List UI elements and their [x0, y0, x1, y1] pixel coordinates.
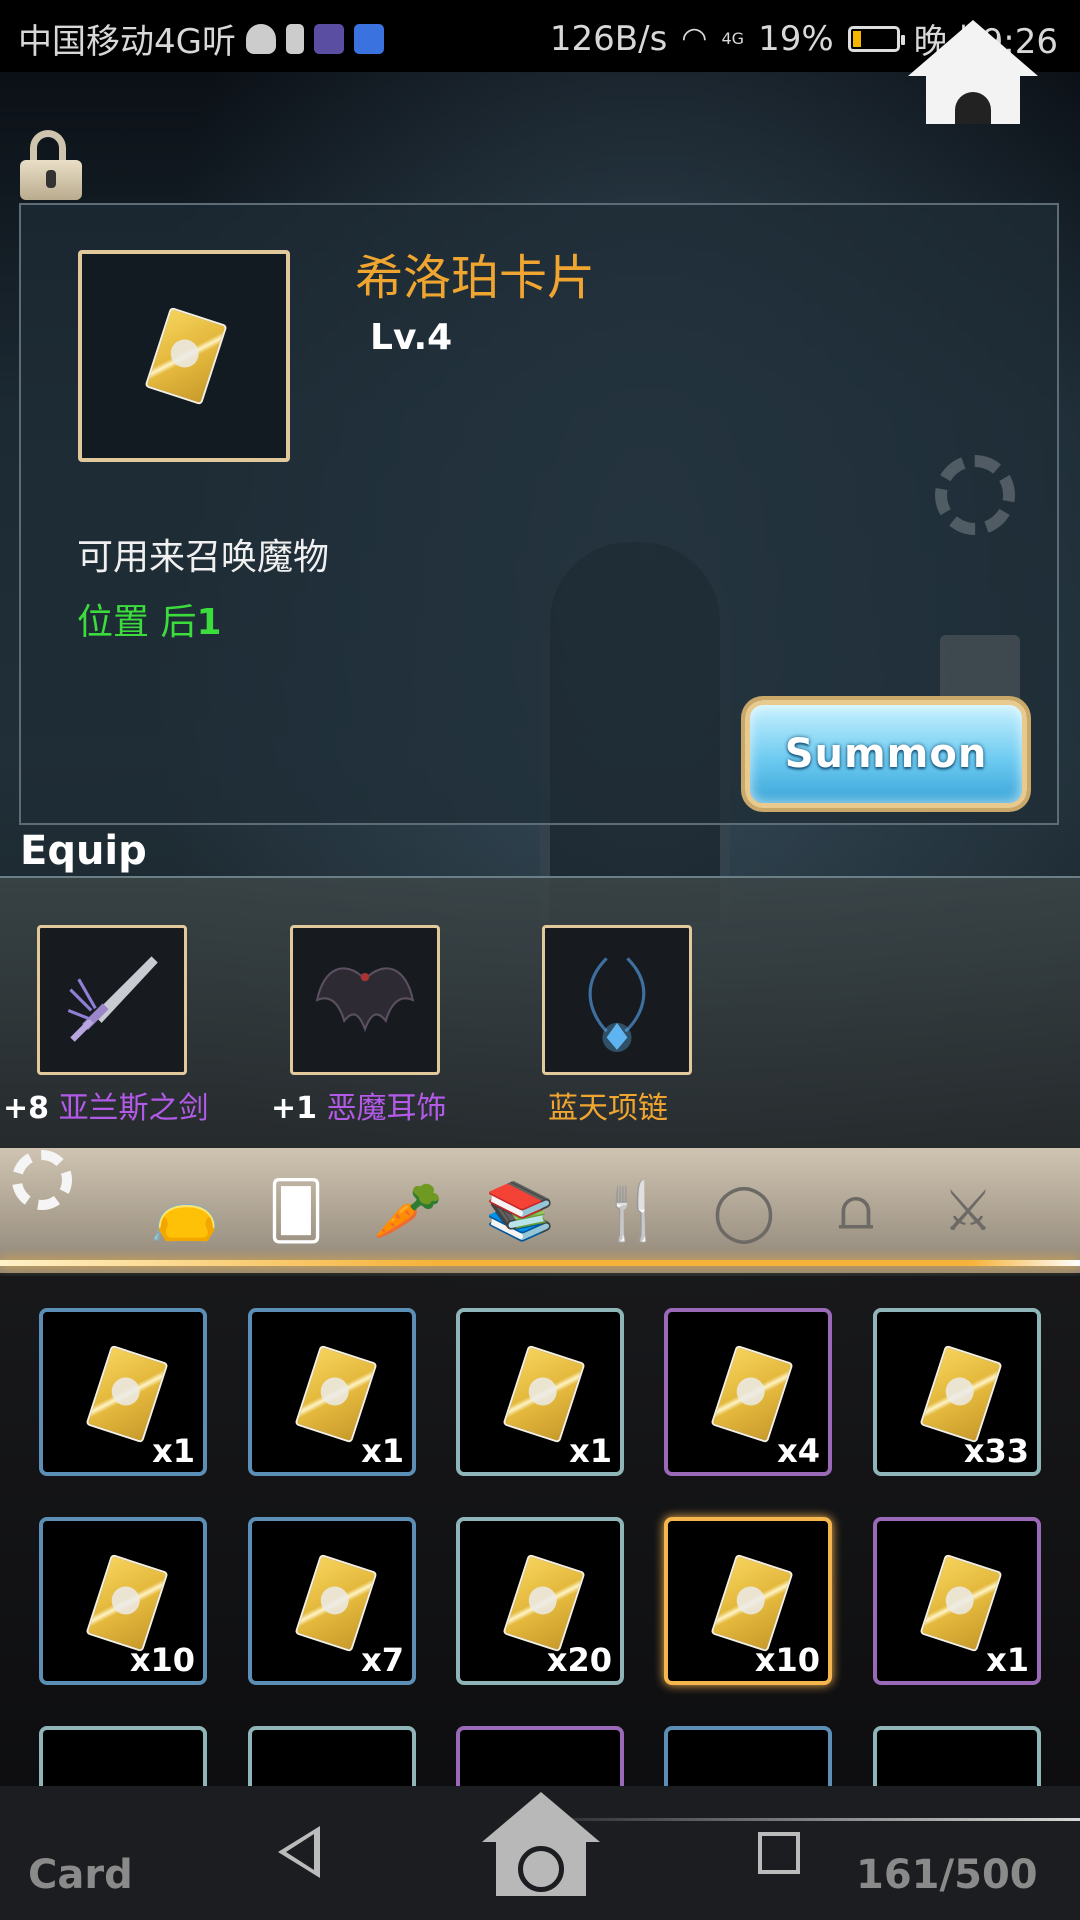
heart-icon [245, 23, 276, 54]
item-quantity: x4 [777, 1432, 820, 1470]
home-nav-button[interactable] [482, 1792, 600, 1920]
card-item-icon [294, 1344, 378, 1444]
bat-wing-earring-icon [315, 967, 415, 1033]
item-quantity: x20 [546, 1641, 612, 1679]
carrot-icon[interactable]: 🥕 [372, 1175, 444, 1247]
inventory-slot[interactable]: x1 [873, 1517, 1041, 1685]
battery-percent: 19% [758, 18, 834, 59]
item-quantity: x1 [569, 1432, 612, 1470]
equip-title: Equip [20, 828, 147, 874]
battery-icon [847, 25, 905, 52]
inventory-slot[interactable]: x1 [248, 1308, 416, 1476]
card-item-icon [919, 1344, 1003, 1444]
equip-label-necklace: 蓝天项链 [548, 1083, 668, 1127]
inventory-tab-label[interactable]: Card [28, 1852, 133, 1898]
equip-slot-necklace[interactable] [542, 925, 692, 1075]
network-speed: 126B/s [549, 18, 668, 59]
category-glow-line [0, 1260, 1080, 1266]
inventory-count: 161/500 [856, 1852, 1038, 1898]
inventory-slot-partial[interactable] [39, 1726, 207, 1786]
sword-icon[interactable]: ⚔ [932, 1175, 1004, 1247]
card-item-icon [502, 1553, 586, 1653]
video-app-icon [313, 23, 344, 54]
carrier-label: 中国移动4G听 [18, 22, 236, 62]
bag-icon[interactable]: 👝 [149, 1175, 221, 1247]
home-doorway [955, 92, 991, 124]
card-item-icon [85, 1344, 169, 1444]
card-icon[interactable]: 🂠 [260, 1175, 332, 1247]
item-quantity: x7 [361, 1641, 404, 1679]
necklace-icon [588, 957, 646, 1052]
inventory-slot-partial[interactable] [248, 1726, 416, 1786]
lock-keyhole [46, 170, 56, 188]
card-item-icon [144, 306, 228, 406]
wifi-icon: ◠ [681, 21, 708, 56]
card-item-icon [85, 1553, 169, 1653]
equip-label-earring: +1 恶魔耳饰 [271, 1083, 447, 1127]
unlock-icon[interactable] [20, 130, 84, 200]
sword-icon [67, 956, 158, 1042]
inventory-slot[interactable]: x10 [664, 1517, 832, 1685]
item-level: Lv.4 [370, 317, 453, 358]
item-description: 可用来召唤魔物 [77, 537, 330, 578]
gear-icon [935, 455, 1015, 535]
inventory-slot-partial[interactable] [873, 1726, 1041, 1786]
item-quantity: x10 [754, 1641, 820, 1679]
inventory-slot[interactable]: x7 [248, 1517, 416, 1685]
equip-name: 蓝天项链 [548, 1091, 668, 1126]
equip-name: 恶魔耳饰 [326, 1091, 447, 1126]
signal-icon: 4G [721, 29, 745, 48]
item-quantity: x1 [152, 1432, 195, 1470]
item-position: 位置 后1 [77, 593, 222, 645]
item-preview-frame [78, 250, 290, 462]
recent-apps-icon[interactable] [758, 1832, 800, 1874]
position-value: 1 [196, 602, 222, 643]
fork-spoon-icon[interactable]: 🍴 [596, 1175, 668, 1247]
equip-plus: +1 [271, 1091, 318, 1126]
equip-slot-weapon[interactable] [37, 925, 187, 1075]
headband-icon[interactable]: ⩍ [820, 1175, 892, 1247]
baidu-icon [353, 23, 384, 54]
inventory-slot[interactable]: x4 [664, 1308, 832, 1476]
home-roof [908, 20, 1038, 76]
card-item-icon [710, 1553, 794, 1653]
back-nav-icon[interactable] [278, 1826, 320, 1878]
card-item-icon [294, 1553, 378, 1653]
item-quantity: x1 [986, 1641, 1029, 1679]
item-name: 希洛珀卡片 [355, 250, 596, 306]
equip-slot-earring[interactable] [290, 925, 440, 1075]
card-item-icon [919, 1553, 1003, 1653]
equip-name: 亚兰斯之剑 [58, 1091, 209, 1126]
position-label: 位置 后 [77, 602, 197, 643]
home-button[interactable] [908, 20, 1038, 130]
equip-label-weapon: +8 亚兰斯之剑 [3, 1083, 209, 1127]
card-item-icon [502, 1344, 586, 1444]
summon-button[interactable]: Summon [745, 700, 1027, 808]
inventory-slot-partial[interactable] [456, 1726, 624, 1786]
item-quantity: x1 [361, 1432, 404, 1470]
inventory-slot[interactable]: x1 [39, 1308, 207, 1476]
equip-plus: +8 [3, 1091, 50, 1126]
home-roof [482, 1792, 600, 1842]
item-quantity: x10 [129, 1641, 195, 1679]
settings-gear-icon[interactable] [12, 1150, 72, 1210]
book-icon[interactable]: 📚 [484, 1175, 556, 1247]
home-ring [518, 1846, 564, 1892]
inventory-slot[interactable]: x33 [873, 1308, 1041, 1476]
alert-icon [285, 23, 304, 54]
inventory-slot-partial[interactable] [664, 1726, 832, 1786]
inventory-slot[interactable]: x1 [456, 1308, 624, 1476]
card-item-icon [710, 1344, 794, 1444]
inventory-slot[interactable]: x10 [39, 1517, 207, 1685]
ring-icon[interactable]: ◯ [708, 1175, 780, 1247]
item-quantity: x33 [963, 1432, 1029, 1470]
inventory-slot[interactable]: x20 [456, 1517, 624, 1685]
